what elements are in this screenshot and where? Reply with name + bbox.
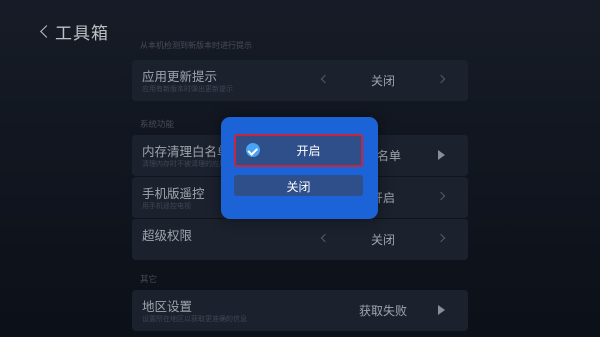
option-dialog: 开启 关闭 — [221, 117, 378, 219]
dialog-option-on[interactable]: 开启 — [234, 134, 363, 167]
toolbox-screen: 工具箱 从本机检测到新版本时进行提示 应用更新提示 应用有新版本时弹出更新提示 … — [0, 0, 600, 337]
option-label: 开启 — [296, 144, 321, 158]
dialog-option-off[interactable]: 关闭 — [234, 175, 363, 196]
option-label: 关闭 — [286, 180, 311, 194]
